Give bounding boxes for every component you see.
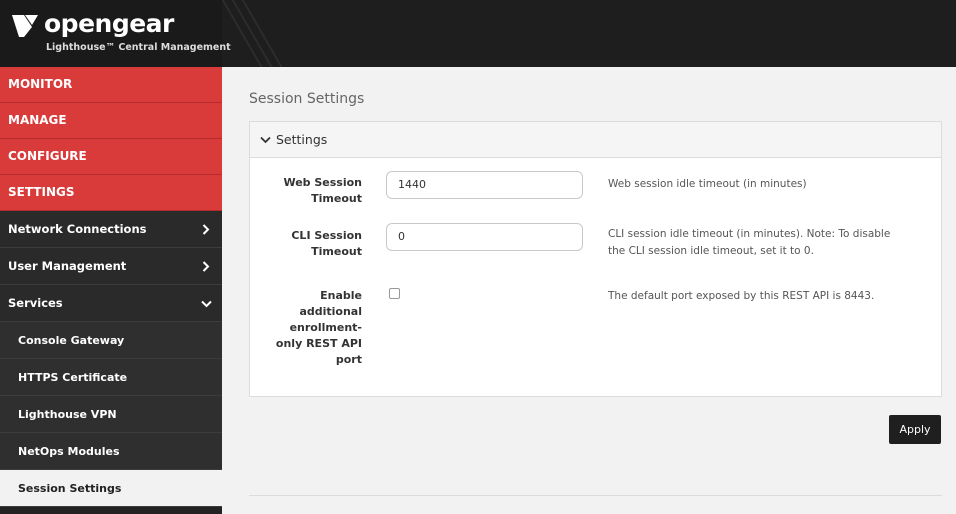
sidebar-item-session-settings[interactable]: Session Settings <box>0 470 222 507</box>
sidebar-item-https-certificate[interactable]: HTTPS Certificate <box>0 359 222 396</box>
chevron-right-icon <box>200 211 212 248</box>
chevron-down-icon <box>200 285 212 322</box>
nav-settings[interactable]: SETTINGS <box>0 175 222 211</box>
top-header: opengear Lighthouse™ Central Management <box>0 0 956 67</box>
nav-configure[interactable]: CONFIGURE <box>0 139 222 175</box>
chevron-right-icon <box>200 248 212 285</box>
opengear-logo-icon <box>12 15 38 37</box>
sidebar-item-network-connections[interactable]: Network Connections <box>0 211 222 248</box>
brand-area[interactable]: opengear Lighthouse™ Central Management <box>0 0 231 67</box>
sidebar-item-console-gateway[interactable]: Console Gateway <box>0 322 222 359</box>
cli-session-timeout-label: CLI Session Timeout <box>291 229 362 258</box>
sidebar-item-label: Network Connections <box>8 222 147 236</box>
sidebar: MONITOR MANAGE CONFIGURE SETTINGS Networ… <box>0 67 222 514</box>
sidebar-item-services[interactable]: Services <box>0 285 222 322</box>
rest-api-port-label: Enable additional enrollment- only REST … <box>275 289 362 366</box>
nav-monitor[interactable]: MONITOR <box>0 67 222 103</box>
sidebar-item-label: User Management <box>8 259 127 273</box>
rest-api-port-checkbox[interactable] <box>389 288 400 299</box>
chevron-down-icon <box>260 136 271 143</box>
web-session-timeout-hint: Web session idle timeout (in minutes) <box>608 178 807 190</box>
header-decoration <box>222 0 312 67</box>
sidebar-item-label: Services <box>8 296 63 310</box>
settings-panel-header[interactable]: Settings <box>250 122 941 158</box>
settings-panel-title: Settings <box>276 132 328 147</box>
brand-subtitle: Lighthouse™ Central Management <box>46 42 231 53</box>
page-title: Session Settings <box>249 91 365 107</box>
content-divider <box>249 495 942 496</box>
cli-session-timeout-hint: CLI session idle timeout (in minutes). N… <box>608 228 891 257</box>
brand-name: opengear <box>44 9 174 38</box>
apply-button[interactable]: Apply <box>889 415 941 444</box>
cli-session-timeout-input[interactable]: 0 <box>386 223 583 251</box>
nav-manage[interactable]: MANAGE <box>0 103 222 139</box>
sidebar-item-netops-modules[interactable]: NetOps Modules <box>0 433 222 470</box>
sidebar-item-lighthouse-vpn[interactable]: Lighthouse VPN <box>0 396 222 433</box>
web-session-timeout-label: Web Session Timeout <box>283 176 362 205</box>
sidebar-item-user-management[interactable]: User Management <box>0 248 222 285</box>
web-session-timeout-input[interactable]: 1440 <box>386 171 583 199</box>
rest-api-port-hint: The default port exposed by this REST AP… <box>608 290 875 302</box>
settings-panel: Settings Web Session Timeout 1440 Web se… <box>249 121 942 397</box>
